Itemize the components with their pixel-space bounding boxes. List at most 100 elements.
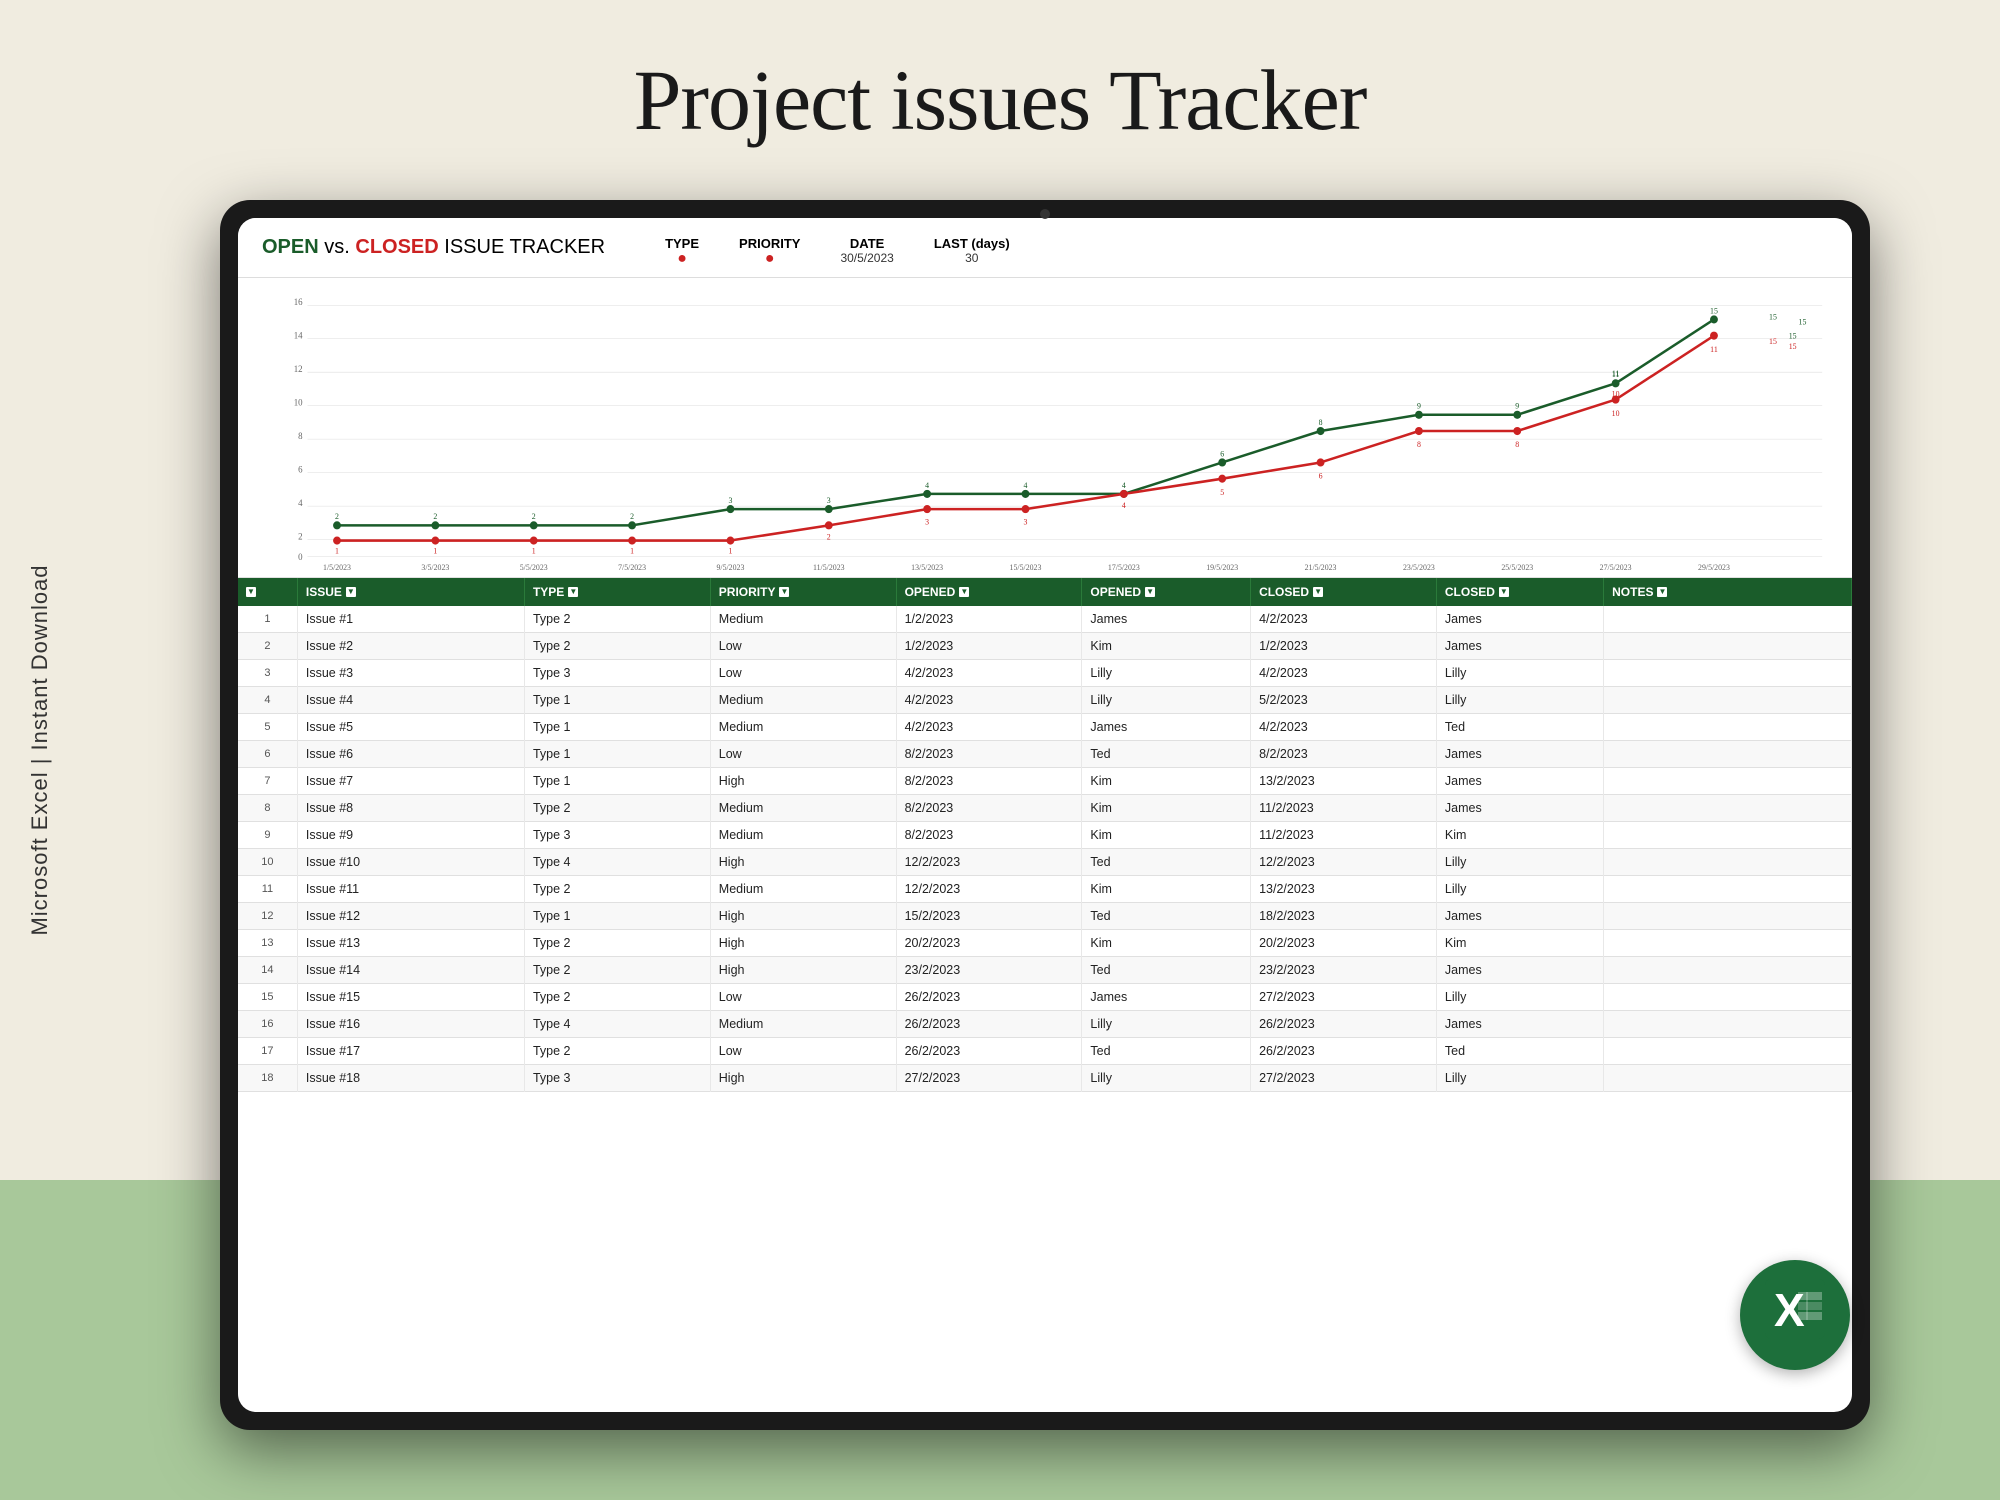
col-opened-by-header: OPENED▼ (1082, 578, 1251, 606)
cell-type: Type 3 (524, 822, 710, 849)
cell-closed-by: Lilly (1436, 876, 1603, 903)
svg-text:9/5/2023: 9/5/2023 (716, 563, 744, 572)
cell-type: Type 1 (524, 903, 710, 930)
svg-text:2: 2 (298, 531, 302, 541)
chart-area: 0 2 4 6 8 10 12 14 16 (238, 278, 1852, 578)
svg-text:3/5/2023: 3/5/2023 (421, 563, 449, 572)
header-fields: TYPE ● PRIORITY ● DATE 30/5/2023 LAST (d… (665, 236, 1010, 267)
svg-text:3: 3 (827, 496, 831, 505)
date-field-label: DATE (850, 236, 884, 251)
cell-issue: Issue #7 (297, 768, 524, 795)
cell-issue: Issue #2 (297, 633, 524, 660)
cell-opened-by: Ted (1082, 903, 1251, 930)
cell-opened-by: Ted (1082, 1038, 1251, 1065)
cell-priority: High (710, 1065, 896, 1092)
cell-closed-by: James (1436, 1011, 1603, 1038)
cell-closed-date: 23/2/2023 (1251, 957, 1437, 984)
svg-text:10: 10 (1612, 389, 1620, 398)
svg-text:3: 3 (1024, 517, 1028, 526)
cell-closed-by: Lilly (1436, 984, 1603, 1011)
issues-table: ▼ ISSUE▼ TYPE▼ PRIORITY▼ OPENED▼ OPENED▼… (238, 578, 1852, 1092)
table-row: 10 Issue #10 Type 4 High 12/2/2023 Ted 1… (238, 849, 1852, 876)
cell-notes (1604, 741, 1852, 768)
cell-num: 2 (238, 633, 297, 660)
cell-type: Type 3 (524, 660, 710, 687)
svg-text:27/5/2023: 27/5/2023 (1600, 563, 1632, 572)
table-row: 7 Issue #7 Type 1 High 8/2/2023 Kim 13/2… (238, 768, 1852, 795)
date-field: DATE 30/5/2023 (840, 236, 893, 267)
type-field: TYPE ● (665, 236, 699, 267)
cell-priority: Low (710, 633, 896, 660)
cell-opened-date: 12/2/2023 (896, 876, 1082, 903)
svg-text:2: 2 (532, 512, 536, 521)
cell-issue: Issue #3 (297, 660, 524, 687)
cell-notes (1604, 795, 1852, 822)
cell-closed-by: James (1436, 633, 1603, 660)
priority-field-label: PRIORITY (739, 236, 800, 251)
svg-text:16: 16 (294, 297, 303, 307)
cell-opened-date: 1/2/2023 (896, 606, 1082, 633)
col-notes-header: NOTES▼ (1604, 578, 1852, 606)
cell-closed-by: Kim (1436, 930, 1603, 957)
cell-closed-by: James (1436, 768, 1603, 795)
cell-opened-by: Ted (1082, 741, 1251, 768)
svg-text:15: 15 (1789, 342, 1797, 351)
svg-text:11: 11 (1612, 369, 1620, 378)
priority-field-dot: ● (765, 251, 775, 267)
filter-notes-icon[interactable]: ▼ (1657, 587, 1667, 597)
filter-issue-icon[interactable]: ▼ (346, 587, 356, 597)
cell-num: 9 (238, 822, 297, 849)
svg-text:8: 8 (1417, 440, 1421, 449)
cell-num: 6 (238, 741, 297, 768)
cell-num: 5 (238, 714, 297, 741)
cell-priority: Medium (710, 795, 896, 822)
filter-type-icon[interactable]: ▼ (568, 587, 578, 597)
svg-text:2: 2 (433, 512, 437, 521)
tablet-container: OPEN vs. CLOSED ISSUE TRACKER TYPE ● PRI… (220, 200, 1920, 1500)
table-row: 6 Issue #6 Type 1 Low 8/2/2023 Ted 8/2/2… (238, 741, 1852, 768)
cell-issue: Issue #6 (297, 741, 524, 768)
svg-text:3: 3 (728, 496, 732, 505)
cell-closed-by: James (1436, 741, 1603, 768)
tablet-camera (1040, 209, 1050, 219)
cell-priority: High (710, 957, 896, 984)
cell-issue: Issue #1 (297, 606, 524, 633)
svg-text:9: 9 (1417, 402, 1421, 411)
excel-logo: X (1740, 1260, 1850, 1370)
filter-icon[interactable]: ▼ (246, 587, 256, 597)
filter-closed-by-icon[interactable]: ▼ (1499, 587, 1509, 597)
type-field-label: TYPE (665, 236, 699, 251)
svg-text:23/5/2023: 23/5/2023 (1403, 563, 1435, 572)
filter-opened-by-icon[interactable]: ▼ (1145, 587, 1155, 597)
cell-priority: Medium (710, 714, 896, 741)
svg-text:15: 15 (1789, 332, 1797, 341)
svg-text:1: 1 (335, 547, 339, 556)
cell-opened-by: Kim (1082, 768, 1251, 795)
cell-issue: Issue #10 (297, 849, 524, 876)
filter-priority-icon[interactable]: ▼ (779, 587, 789, 597)
filter-opened-date-icon[interactable]: ▼ (959, 587, 969, 597)
col-type-header: TYPE▼ (524, 578, 710, 606)
cell-num: 18 (238, 1065, 297, 1092)
svg-text:1: 1 (433, 547, 437, 556)
cell-notes (1604, 660, 1852, 687)
table-row: 11 Issue #11 Type 2 Medium 12/2/2023 Kim… (238, 876, 1852, 903)
col-closed-date-header: CLOSED▼ (1251, 578, 1437, 606)
svg-text:3: 3 (925, 517, 929, 526)
cell-opened-date: 8/2/2023 (896, 822, 1082, 849)
type-field-dot: ● (677, 251, 687, 267)
cell-opened-by: Ted (1082, 957, 1251, 984)
cell-opened-by: James (1082, 984, 1251, 1011)
svg-text:6: 6 (1319, 472, 1323, 481)
cell-type: Type 4 (524, 849, 710, 876)
cell-opened-date: 1/2/2023 (896, 633, 1082, 660)
filter-closed-date-icon[interactable]: ▼ (1313, 587, 1323, 597)
table-row: 4 Issue #4 Type 1 Medium 4/2/2023 Lilly … (238, 687, 1852, 714)
svg-text:5: 5 (1220, 488, 1224, 497)
svg-text:7/5/2023: 7/5/2023 (618, 563, 646, 572)
cell-opened-by: Ted (1082, 849, 1251, 876)
cell-type: Type 2 (524, 930, 710, 957)
cell-num: 17 (238, 1038, 297, 1065)
svg-text:15/5/2023: 15/5/2023 (1010, 563, 1042, 572)
svg-text:4: 4 (1122, 501, 1126, 510)
